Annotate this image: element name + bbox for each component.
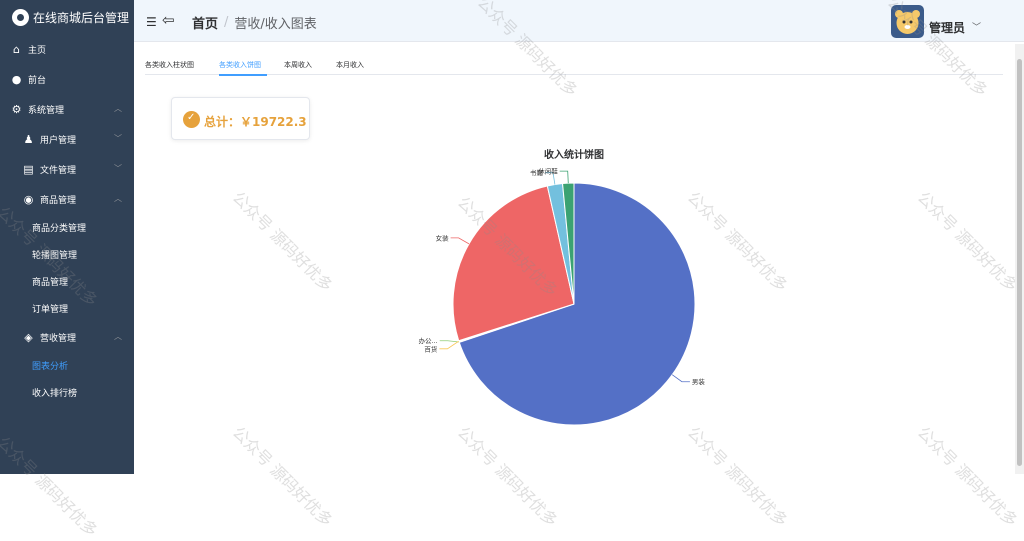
sidebar-item-home[interactable]: ⌂ 主页 <box>0 34 134 64</box>
sidebar-item-label: 前台 <box>28 75 47 86</box>
tab-pie-chart[interactable]: 各类收入饼图 <box>219 60 261 70</box>
sidebar-item-label: 营收管理 <box>40 333 77 344</box>
sidebar-item-label: 系统管理 <box>28 105 65 116</box>
sidebar-item-system[interactable]: ⚙ 系统管理 ︿ <box>0 94 134 124</box>
sidebar-item-label: 轮播图管理 <box>32 251 78 261</box>
breadcrumb-current: 营收/收入图表 <box>234 17 317 32</box>
avatar[interactable] <box>891 5 924 38</box>
sidebar-item-frontend[interactable]: ● 前台 <box>0 64 134 94</box>
watermark-8: 公众号 源码好优多 <box>453 422 562 531</box>
watermark-10: 公众号 源码好优多 <box>913 422 1022 531</box>
sidebar-item-label: 用户管理 <box>40 135 77 146</box>
sidebar-item-carousel[interactable]: 轮播图管理 <box>0 241 134 268</box>
app-title: 在线商城后台管理 <box>33 10 130 25</box>
wallet-icon: ◈ <box>24 330 33 344</box>
sidebar-item-label: 订单管理 <box>32 305 69 315</box>
pie-label-1: 办公... <box>419 336 438 345</box>
file-icon: ▤ <box>23 162 34 176</box>
home-icon: ⌂ <box>13 42 20 56</box>
pie-leader-line-2 <box>439 340 460 350</box>
chart-title: 收入统计饼图 <box>544 150 604 161</box>
sidebar-item-orders[interactable]: 订单管理 <box>0 295 134 322</box>
sidebar-item-label: 商品分类管理 <box>32 224 87 234</box>
sidebar-item-income-rank[interactable]: 收入排行榜 <box>0 379 134 406</box>
breadcrumb-home[interactable]: 首页 <box>192 13 218 32</box>
sidebar-item-files[interactable]: ▤ 文件管理 ﹀ <box>0 154 134 184</box>
chevron-down-icon: ﹀ <box>114 164 122 173</box>
pie-leader-line-1 <box>439 340 460 343</box>
back-arrow-icon[interactable]: ⇦ <box>162 11 175 29</box>
top-bar: ☰ ⇦ 首页 / 营收/收入图表 管理员 ﹀ <box>134 0 1024 42</box>
chevron-down-icon[interactable]: ﹀ <box>972 20 981 33</box>
sidebar-item-goods-list[interactable]: 商品管理 <box>0 268 134 295</box>
scrollbar[interactable] <box>1015 44 1024 474</box>
watermark-9: 公众号 源码好优多 <box>683 422 792 531</box>
pie-label-5: 休闲鞋 <box>538 167 558 176</box>
active-tab-indicator <box>219 74 267 76</box>
tab-month-income[interactable]: 本月收入 <box>336 60 364 70</box>
sidebar-item-revenue[interactable]: ◈ 营收管理 ︿ <box>0 322 134 352</box>
gear-icon: ⚙ <box>11 102 22 116</box>
total-card: 总计：￥19722.3 <box>171 97 310 140</box>
tag-icon: ◉ <box>23 192 34 206</box>
watermark-7: 公众号 源码好优多 <box>228 422 337 531</box>
sidebar-item-label: 主页 <box>28 45 47 56</box>
sidebar-item-label: 商品管理 <box>40 195 77 206</box>
total-label: 总计：￥19722.3 <box>204 115 307 129</box>
watermark-2: 公众号 源码好优多 <box>228 187 337 296</box>
tab-week-income[interactable]: 本周收入 <box>284 60 312 70</box>
chevron-up-icon: ︿ <box>114 194 122 203</box>
sidebar-item-label: 文件管理 <box>40 165 77 176</box>
pie-label-3: 女装 <box>436 233 450 242</box>
chevron-down-icon: ﹀ <box>114 134 122 143</box>
tab-bar-chart[interactable]: 各类收入柱状图 <box>145 60 194 70</box>
sidebar-item-label: 商品管理 <box>32 278 69 288</box>
flame-icon: ● <box>11 72 22 86</box>
user-name[interactable]: 管理员 <box>929 19 965 36</box>
chevron-up-icon: ︿ <box>114 104 122 113</box>
user-icon: ♟ <box>23 132 34 146</box>
logo-icon <box>12 8 29 26</box>
sidebar: 在线商城后台管理 ⌂ 主页 ● 前台 ⚙ 系统管理 ︿ ♟ 用户管理 ﹀ ▤ 文… <box>0 0 134 474</box>
sidebar-item-label: 图表分析 <box>32 362 69 372</box>
sidebar-item-label: 收入排行榜 <box>32 389 78 399</box>
pie-label-2: 百货 <box>424 344 438 353</box>
app-logo[interactable]: 在线商城后台管理 <box>0 0 134 34</box>
money-icon <box>183 111 200 128</box>
sidebar-item-category[interactable]: 商品分类管理 <box>0 214 134 241</box>
chevron-up-icon: ︿ <box>114 332 122 341</box>
sidebar-item-goods[interactable]: ◉ 商品管理 ︿ <box>0 184 134 214</box>
breadcrumb-separator: / <box>224 15 229 30</box>
breadcrumb: 首页 / 营收/收入图表 <box>192 13 317 32</box>
pie-leader-line-3 <box>450 237 470 245</box>
pie-leader-line-0 <box>671 374 690 383</box>
scrollbar-thumb[interactable] <box>1017 59 1022 466</box>
sidebar-item-chart-analysis[interactable]: 图表分析 <box>0 352 134 379</box>
watermark-5: 公众号 源码好优多 <box>913 187 1022 296</box>
collapse-menu-icon[interactable]: ☰ <box>146 15 157 29</box>
pie-label-0: 男装 <box>692 377 706 386</box>
sidebar-item-users[interactable]: ♟ 用户管理 ﹀ <box>0 124 134 154</box>
chart-tabs: 各类收入柱状图 各类收入饼图 本周收入 本月收入 <box>145 55 1003 76</box>
pie-leader-line-5 <box>559 170 569 184</box>
pie-chart: 男装办公...百货女装书籍休闲鞋 <box>419 167 706 426</box>
